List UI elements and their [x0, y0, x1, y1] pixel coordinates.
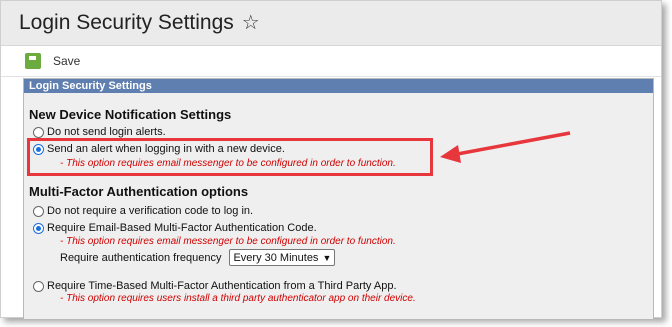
annotation-arrow-icon: [440, 131, 571, 163]
